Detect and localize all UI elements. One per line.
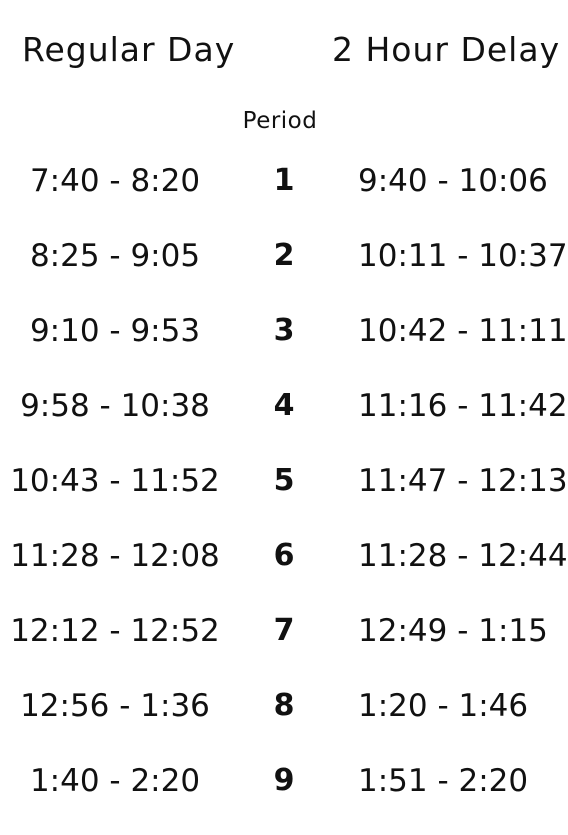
schedule-table: 7:40 - 8:20 1 9:40 - 10:06 8:25 - 9:05 2… bbox=[0, 160, 568, 835]
schedule-row: 7:40 - 8:20 1 9:40 - 10:06 bbox=[0, 160, 568, 235]
schedule-row: 12:12 - 12:52 7 12:49 - 1:15 bbox=[0, 610, 568, 685]
schedule-row: 12:56 - 1:36 8 1:20 - 1:46 bbox=[0, 685, 568, 760]
period-number: 9 bbox=[273, 763, 295, 798]
regular-day-heading: Regular Day bbox=[22, 30, 236, 69]
delay-time: 1:20 - 1:46 bbox=[358, 688, 529, 724]
regular-time: 7:40 - 8:20 bbox=[29, 163, 201, 199]
period-number: 8 bbox=[273, 688, 295, 723]
period-number: 7 bbox=[273, 613, 295, 648]
period-number: 3 bbox=[273, 313, 295, 348]
delay-time: 11:47 - 12:13 bbox=[358, 463, 568, 499]
schedule-row: 10:43 - 11:52 5 11:47 - 12:13 bbox=[0, 460, 568, 535]
regular-time: 12:56 - 1:36 bbox=[20, 688, 210, 724]
delay-time: 11:16 - 11:42 bbox=[358, 388, 568, 424]
regular-time: 9:10 - 9:53 bbox=[29, 313, 201, 349]
delay-time: 10:11 - 10:37 bbox=[358, 238, 568, 274]
two-hour-delay-heading: 2 Hour Delay bbox=[332, 30, 561, 69]
period-number: 2 bbox=[273, 238, 295, 273]
regular-time: 12:12 - 12:52 bbox=[10, 613, 220, 649]
delay-time: 11:28 - 12:44 bbox=[358, 538, 568, 574]
period-heading: Period bbox=[242, 108, 318, 134]
bell-schedule: Regular Day 2 Hour Delay Period 7:40 - 8… bbox=[0, 0, 568, 826]
period-number: 1 bbox=[273, 163, 295, 198]
schedule-row: 8:25 - 9:05 2 10:11 - 10:37 bbox=[0, 235, 568, 310]
schedule-row: 9:10 - 9:53 3 10:42 - 11:11 bbox=[0, 310, 568, 385]
period-number: 4 bbox=[273, 388, 295, 423]
delay-time: 1:51 - 2:20 bbox=[358, 763, 529, 799]
regular-time: 8:25 - 9:05 bbox=[29, 238, 201, 274]
period-number: 5 bbox=[273, 463, 295, 498]
delay-time: 9:40 - 10:06 bbox=[358, 163, 548, 199]
delay-time: 10:42 - 11:11 bbox=[358, 313, 568, 349]
schedule-row: 11:28 - 12:08 6 11:28 - 12:44 bbox=[0, 535, 568, 610]
delay-time: 12:49 - 1:15 bbox=[358, 613, 548, 649]
schedule-row: 9:58 - 10:38 4 11:16 - 11:42 bbox=[0, 385, 568, 460]
regular-time: 1:40 - 2:20 bbox=[29, 763, 201, 799]
regular-time: 11:28 - 12:08 bbox=[10, 538, 220, 574]
regular-time: 10:43 - 11:52 bbox=[10, 463, 220, 499]
schedule-row: 1:40 - 2:20 9 1:51 - 2:20 bbox=[0, 760, 568, 835]
regular-time: 9:58 - 10:38 bbox=[20, 388, 210, 424]
period-number: 6 bbox=[273, 538, 295, 573]
